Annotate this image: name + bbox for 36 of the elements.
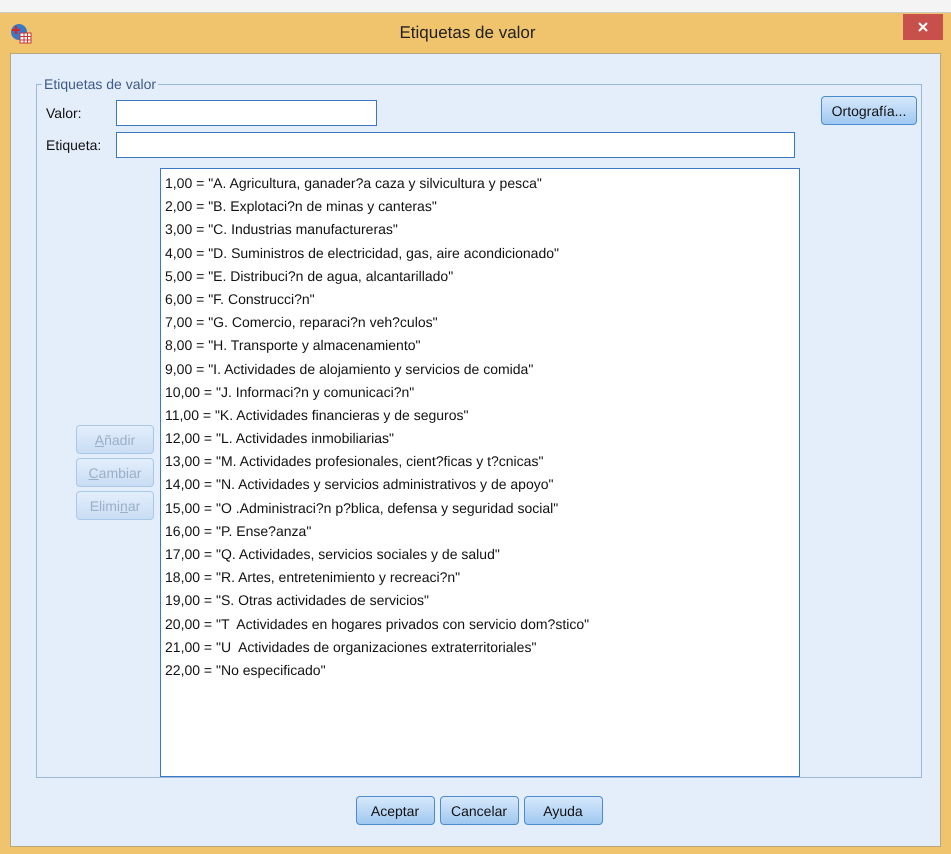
list-item[interactable]: 10,00 = "J. Informaci?n y comunicaci?n": [165, 380, 795, 404]
list-item[interactable]: 18,00 = "R. Artes, entretenimiento y recreaci?n": [165, 566, 795, 590]
label-field[interactable]: [116, 132, 795, 158]
list-item[interactable]: 6,00 = "F. Construcci?n": [165, 288, 795, 312]
list-item[interactable]: 2,00 = "B. Explotaci?n de minas y canteras": [165, 195, 795, 218]
list-item[interactable]: 17,00 = "Q. Actividades, servicios sociales y de salud": [165, 543, 795, 566]
window-title: Etiquetas de valor: [398, 23, 537, 43]
list-item[interactable]: 19,00 = "S. Otras actividades de servicios": [165, 589, 795, 613]
list-item[interactable]: 22,00 = "No especificado": [165, 658, 795, 682]
list-item[interactable]: 9,00 = "I. Actividades de alojamiento y servicios de comida": [165, 358, 795, 381]
close-icon: [918, 22, 928, 32]
list-item[interactable]: 15,00 = "O .Administraci?n p?blica, defensa y seguridad social": [165, 496, 795, 520]
list-item[interactable]: 20,00 = "T Actividades en hogares privados con servicio dom?stico": [165, 612, 795, 636]
list-item[interactable]: 3,00 = "C. Industrias manufactureras": [165, 218, 795, 242]
list-item[interactable]: 8,00 = "H. Transporte y almacenamiento": [165, 334, 795, 358]
close-button[interactable]: [903, 14, 943, 40]
list-item[interactable]: 4,00 = "D. Suministros de electricidad, gas, aire acondicionado": [165, 242, 795, 265]
field-label: Valor:: [46, 105, 83, 121]
value-field[interactable]: [116, 100, 377, 126]
spelling-button[interactable]: Ortografía...: [821, 96, 917, 125]
list-item[interactable]: 16,00 = "P. Ense?anza": [165, 520, 795, 543]
table-icon: [10, 22, 32, 44]
list-item[interactable]: 13,00 = "M. Actividades profesionales, cient?ficas y t?cnicas": [165, 450, 795, 474]
list-item[interactable]: 5,00 = "E. Distribuci?n de agua, alcantarillado": [165, 264, 795, 288]
cancel-button[interactable]: Cancelar: [440, 796, 518, 825]
labels-list[interactable]: [160, 168, 800, 777]
list-item[interactable]: 21,00 = "U Actividades de organizaciones extraterritoriales": [165, 636, 795, 659]
field-label: Etiqueta:: [46, 137, 102, 153]
list-item[interactable]: 14,00 = "N. Actividades y servicios administrativos y de apoyo": [165, 473, 795, 497]
list-item[interactable]: 12,00 = "L. Actividades inmobiliarias": [165, 427, 795, 450]
ok-button[interactable]: Aceptar: [356, 796, 434, 825]
group-title: Etiquetas de valor: [43, 76, 158, 92]
list-item[interactable]: 7,00 = "G. Comercio, reparaci?n veh?culos": [165, 311, 795, 334]
list-item[interactable]: 1,00 = "A. Agricultura, ganader?a caza y silvicultura y pesca": [165, 172, 795, 196]
help-button[interactable]: Ayuda: [524, 796, 602, 825]
list-item[interactable]: 11,00 = "K. Actividades financieras y de seguros": [165, 404, 795, 428]
